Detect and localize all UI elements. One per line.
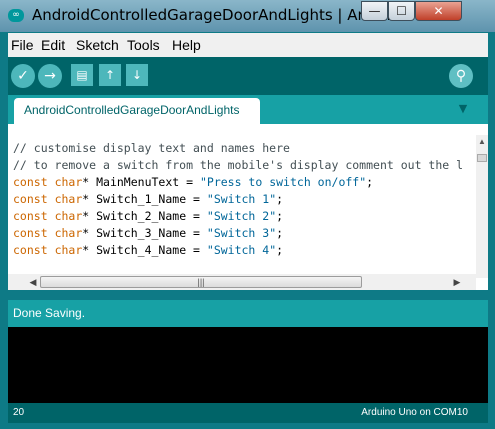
code-text: ; bbox=[276, 243, 284, 257]
maximize-button[interactable]: ☐ bbox=[388, 1, 415, 21]
horizontal-scroll-thumb[interactable]: ||| bbox=[40, 276, 362, 288]
code-keyword: char bbox=[54, 192, 83, 206]
minimize-button[interactable]: — bbox=[361, 1, 388, 21]
code-area[interactable]: // customise display text and names here… bbox=[13, 140, 468, 278]
horizontal-scrollbar[interactable]: ◀ ||| ▶ bbox=[8, 274, 476, 290]
code-text: * Switch_4_Name = bbox=[82, 243, 207, 257]
scroll-right-arrow-icon[interactable]: ▶ bbox=[450, 274, 464, 290]
code-text: * Switch_1_Name = bbox=[82, 192, 207, 206]
code-keyword: const bbox=[13, 209, 48, 223]
status-message: Done Saving. bbox=[13, 306, 86, 320]
right-arrow-icon: → bbox=[44, 68, 56, 84]
menu-tools[interactable]: Tools bbox=[127, 37, 160, 53]
magnifier-icon: ⚲ bbox=[455, 68, 467, 84]
title-bar[interactable]: ∞ AndroidControlledGarageDoorAndLights |… bbox=[0, 0, 495, 32]
save-button[interactable]: ↓ bbox=[126, 64, 148, 86]
code-editor[interactable]: // customise display text and names here… bbox=[8, 124, 488, 290]
menu-bar: File Edit Sketch Tools Help bbox=[8, 33, 488, 57]
code-comment: // to remove a switch from the mobile's … bbox=[13, 158, 464, 172]
open-button[interactable]: ↑ bbox=[99, 64, 121, 86]
code-text: * MainMenuText = bbox=[82, 175, 200, 189]
arduino-logo-icon: ∞ bbox=[8, 9, 24, 22]
code-text: ; bbox=[366, 175, 374, 189]
vertical-scroll-thumb[interactable] bbox=[477, 154, 487, 162]
console-output[interactable] bbox=[8, 327, 488, 403]
serial-monitor-button[interactable]: ⚲ bbox=[449, 64, 473, 88]
code-keyword: const bbox=[13, 175, 48, 189]
down-arrow-icon: ↓ bbox=[131, 68, 143, 82]
code-string: "Switch 1" bbox=[206, 192, 277, 206]
code-line[interactable]: const char* MainMenuText = "Press to swi… bbox=[13, 174, 468, 191]
footer-bar: 20 Arduino Uno on COM10 bbox=[8, 403, 488, 423]
new-file-icon: ▤ bbox=[76, 68, 88, 82]
scroll-left-arrow-icon[interactable]: ◀ bbox=[26, 274, 40, 290]
tab-menu-button[interactable]: ▼ bbox=[452, 98, 474, 120]
menu-sketch[interactable]: Sketch bbox=[76, 37, 119, 53]
code-text: * Switch_3_Name = bbox=[82, 226, 207, 240]
code-keyword: char bbox=[54, 209, 83, 223]
grip-icon: ||| bbox=[197, 277, 205, 287]
code-line[interactable]: const char* Switch_1_Name = "Switch 1"; bbox=[13, 191, 468, 208]
scroll-up-arrow-icon[interactable]: ▲ bbox=[476, 135, 488, 149]
verify-button[interactable]: ✓ bbox=[11, 64, 35, 88]
code-keyword: const bbox=[13, 192, 48, 206]
code-string: "Switch 4" bbox=[206, 243, 277, 257]
code-keyword: char bbox=[54, 175, 83, 189]
close-button[interactable]: ✕ bbox=[415, 1, 462, 21]
code-text: ; bbox=[276, 209, 284, 223]
tab-bar: AndroidControlledGarageDoorAndLights ▼ bbox=[8, 95, 488, 124]
code-text: * Switch_2_Name = bbox=[82, 209, 207, 223]
code-string: "Press to switch on/off" bbox=[199, 175, 367, 189]
code-text: ; bbox=[276, 192, 284, 206]
code-line[interactable]: // to remove a switch from the mobile's … bbox=[13, 157, 468, 174]
menu-edit[interactable]: Edit bbox=[41, 37, 65, 53]
ide-window: ∞ AndroidControlledGarageDoorAndLights |… bbox=[0, 0, 495, 429]
code-keyword: char bbox=[54, 243, 83, 257]
line-number: 20 bbox=[13, 407, 25, 418]
status-bar: Done Saving. bbox=[8, 300, 488, 327]
code-keyword: const bbox=[13, 226, 48, 240]
menu-file[interactable]: File bbox=[11, 37, 34, 53]
code-string: "Switch 3" bbox=[206, 226, 277, 240]
code-keyword: const bbox=[13, 243, 48, 257]
up-arrow-icon: ↑ bbox=[104, 68, 116, 82]
window-title: AndroidControlledGarageDoorAndLights | A… bbox=[32, 6, 397, 24]
menu-help[interactable]: Help bbox=[172, 37, 201, 53]
code-line[interactable]: const char* Switch_2_Name = "Switch 2"; bbox=[13, 208, 468, 225]
code-line[interactable]: const char* Switch_4_Name = "Switch 4"; bbox=[13, 242, 468, 259]
code-line[interactable]: const char* Switch_3_Name = "Switch 3"; bbox=[13, 225, 468, 242]
code-string: "Switch 2" bbox=[206, 209, 277, 223]
toolbar: ✓ → ▤ ↑ ↓ ⚲ bbox=[8, 57, 488, 95]
code-keyword: char bbox=[54, 226, 83, 240]
code-comment: // customise display text and names here bbox=[13, 141, 290, 155]
code-text: ; bbox=[276, 226, 284, 240]
tab-sketch[interactable]: AndroidControlledGarageDoorAndLights bbox=[14, 98, 260, 124]
upload-button[interactable]: → bbox=[38, 64, 62, 88]
check-icon: ✓ bbox=[17, 68, 29, 84]
chevron-down-icon: ▼ bbox=[458, 102, 468, 115]
new-button[interactable]: ▤ bbox=[71, 64, 93, 86]
code-line[interactable]: // customise display text and names here bbox=[13, 140, 468, 157]
board-info: Arduino Uno on COM10 bbox=[361, 407, 468, 418]
